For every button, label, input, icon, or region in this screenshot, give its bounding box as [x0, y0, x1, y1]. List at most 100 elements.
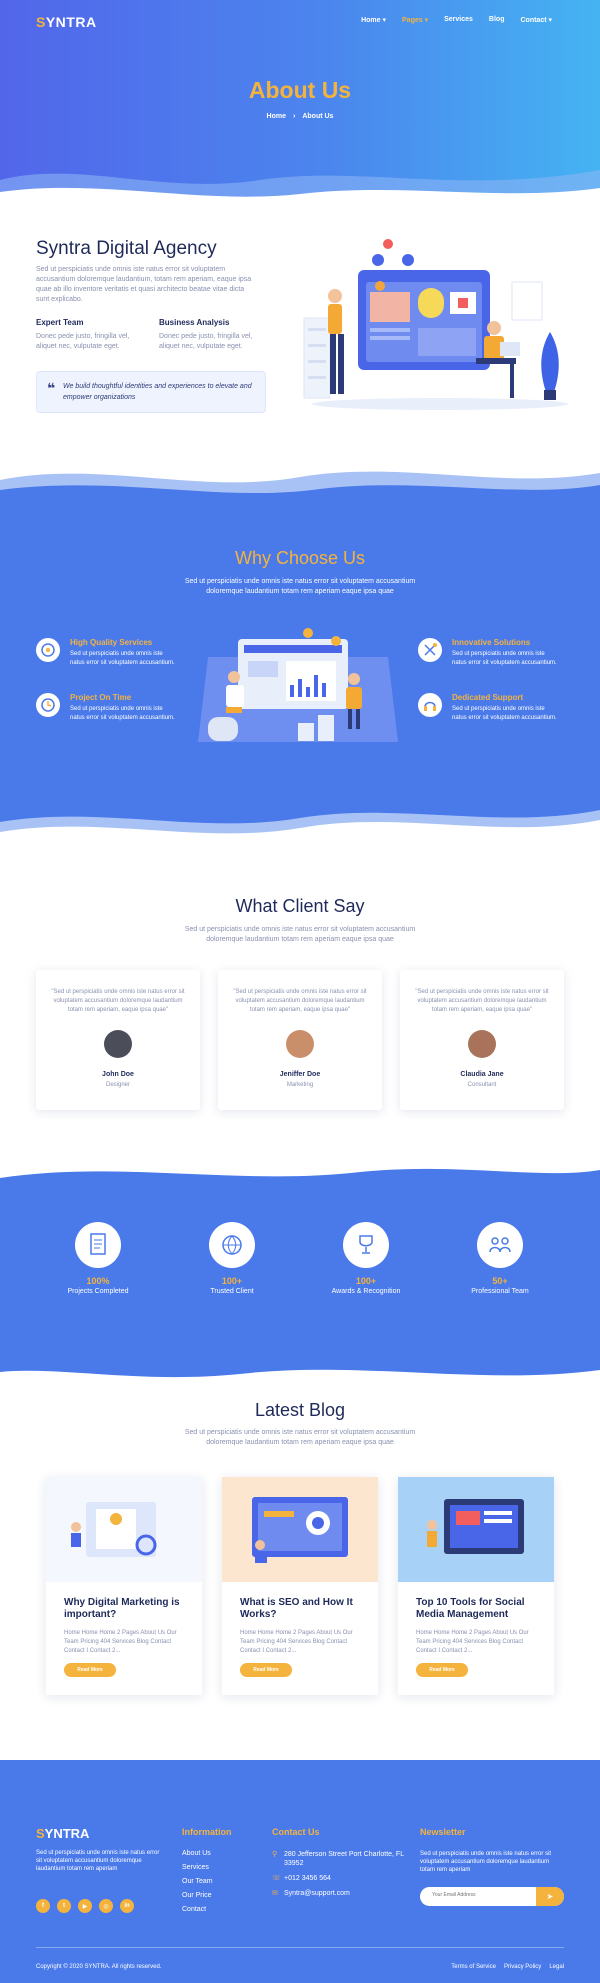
why-bottom-wave: [0, 800, 600, 834]
blog-card[interactable]: Why Digital Marketing is important? Home…: [46, 1477, 202, 1695]
testimonial-card: "Sed ut perspiciatis unde omnis iste nat…: [36, 970, 200, 1110]
blog-excerpt: Home Home Home 2 Pages About Us Our Team…: [64, 1630, 177, 1654]
location-icon: ⚲: [272, 1851, 278, 1858]
footer-link-about[interactable]: About Us: [182, 1850, 213, 1857]
footer-link-contact[interactable]: Contact: [182, 1906, 213, 1913]
why-subtitle: Sed ut perspiciatis unde omnis iste natu…: [184, 578, 416, 595]
privacy-link[interactable]: Privacy Policy: [504, 1964, 541, 1970]
counters-top-wave: [0, 1168, 600, 1190]
newsletter-email-input[interactable]: [432, 1892, 532, 1898]
footer-link-team[interactable]: Our Team: [182, 1878, 213, 1885]
headset-icon: [418, 693, 442, 717]
avatar: [286, 1030, 314, 1058]
nav-home[interactable]: Home ▾: [361, 16, 386, 24]
why-item-desc: Sed ut perspiciatis unde omnis iste natu…: [452, 706, 557, 721]
quote-icon: ❝: [47, 380, 56, 396]
footer: SYNTRA Sed ut perspiciatis unde omnis is…: [0, 1760, 600, 1983]
read-more-button[interactable]: Read More: [240, 1663, 292, 1677]
newsletter-description: Sed ut perspiciatis unde omnis iste natu…: [420, 1851, 552, 1873]
counter-label: Awards & Recognition: [331, 1288, 401, 1295]
copyright: Copyright © 2020 SYNTRA. All rights rese…: [36, 1964, 162, 1970]
blog-post-title[interactable]: What is SEO and How It Works?: [240, 1597, 368, 1621]
twitter-icon[interactable]: t: [57, 1899, 71, 1913]
footer-information-links: About Us Services Our Team Our Price Con…: [182, 1850, 213, 1920]
legal-link[interactable]: Legal: [549, 1964, 564, 1970]
why-title: Why Choose Us: [234, 548, 366, 568]
why-item-title: High Quality Services: [70, 638, 153, 647]
clients-subtitle: Sed ut perspiciatis unde omnis iste natu…: [184, 926, 416, 943]
avatar: [468, 1030, 496, 1058]
feature-desc: Donec pede justo, fringilla vel, aliquet…: [159, 333, 253, 350]
testimonial-role: Marketing: [286, 1082, 314, 1088]
mail-icon: ✉: [272, 1890, 278, 1897]
logo[interactable]: SYNTRA: [36, 14, 97, 30]
blog-card[interactable]: Top 10 Tools for Social Media Management…: [398, 1477, 554, 1695]
blog-subtitle: Sed ut perspiciatis unde omnis iste natu…: [184, 1429, 416, 1446]
counter-label: Trusted Client: [210, 1288, 254, 1295]
footer-link-services[interactable]: Services: [182, 1864, 213, 1871]
avatar: [104, 1030, 132, 1058]
why-item-title: Innovative Solutions: [452, 638, 531, 647]
breadcrumb-separator: ›: [293, 113, 296, 120]
linkedin-icon[interactable]: in: [120, 1899, 134, 1913]
breadcrumb-current: About Us: [302, 113, 334, 120]
footer-email[interactable]: ✉ Syntra@support.com: [272, 1889, 407, 1898]
blog-excerpt: Home Home Home 2 Pages About Us Our Team…: [240, 1630, 353, 1654]
testimonial-name: Jeniffer Doe: [279, 1071, 321, 1078]
blog-title: Latest Blog: [254, 1400, 346, 1420]
about-illustration: [303, 239, 568, 410]
feature-business-analysis: Business Analysis Donec pede justo, frin…: [159, 318, 269, 352]
page-title: About Us: [248, 77, 352, 103]
read-more-button[interactable]: Read More: [416, 1663, 468, 1677]
blog-post-title[interactable]: Why Digital Marketing is important?: [64, 1597, 192, 1621]
counter-label: Projects Completed: [67, 1288, 129, 1295]
tools-icon: [418, 638, 442, 662]
footer-link-price[interactable]: Our Price: [182, 1892, 213, 1899]
why-item-title: Dedicated Support: [452, 693, 524, 702]
testimonial-quote: "Sed ut perspiciatis unde omnis iste nat…: [415, 989, 549, 1013]
footer-contact-title: Contact Us: [272, 1827, 320, 1837]
why-item-desc: Sed ut perspiciatis unde omnis iste natu…: [70, 651, 175, 666]
breadcrumb-home[interactable]: Home: [267, 113, 286, 120]
legal-links: Terms of Service Privacy Policy Legal: [451, 1964, 564, 1970]
team-icon: [477, 1222, 523, 1268]
footer-phone[interactable]: ☏ +012 3456 564: [272, 1874, 407, 1883]
trophy-icon: [343, 1222, 389, 1268]
counter-value: 100%: [86, 1276, 110, 1286]
target-icon: [36, 638, 60, 662]
blog-excerpt: Home Home Home 2 Pages About Us Our Team…: [416, 1630, 529, 1654]
nav-contact[interactable]: Contact ▾: [520, 16, 552, 24]
nav-blog[interactable]: Blog: [489, 16, 505, 24]
footer-logo[interactable]: SYNTRA: [36, 1826, 89, 1841]
terms-link[interactable]: Terms of Service: [451, 1964, 496, 1970]
youtube-icon[interactable]: ▶: [78, 1899, 92, 1913]
blog-card[interactable]: What is SEO and How It Works? Home Home …: [222, 1477, 378, 1695]
nav-pages[interactable]: Pages ▾: [402, 16, 428, 24]
why-illustration: [198, 628, 398, 742]
testimonial-name: Claudia Jane: [460, 1071, 504, 1078]
testimonial-name: John Doe: [102, 1071, 134, 1078]
blog-image: [398, 1477, 554, 1582]
nav-services[interactable]: Services: [444, 16, 473, 24]
blog-image: [46, 1477, 202, 1582]
globe-icon: [209, 1222, 255, 1268]
quote-box: ❝ We build thoughtful identities and exp…: [36, 371, 266, 413]
testimonial-card: "Sed ut perspiciatis unde omnis iste nat…: [400, 970, 564, 1110]
page: SYNTRA Home ▾ Pages ▾ Services Blog Cont…: [0, 0, 600, 1983]
testimonial-role: Consultant: [467, 1082, 497, 1088]
about-description: Sed ut perspiciatis unde omnis iste natu…: [36, 266, 252, 303]
facebook-icon[interactable]: f: [36, 1899, 50, 1913]
testimonial-quote: "Sed ut perspiciatis unde omnis iste nat…: [51, 989, 185, 1013]
footer-newsletter-title: Newsletter: [420, 1827, 466, 1837]
instagram-icon[interactable]: ◎: [99, 1899, 113, 1913]
phone-icon: ☏: [272, 1875, 281, 1882]
blog-post-title[interactable]: Top 10 Tools for Social Media Management: [416, 1597, 544, 1621]
counter-value: 50+: [492, 1276, 508, 1286]
read-more-button[interactable]: Read More: [64, 1663, 116, 1677]
send-icon[interactable]: ➤: [536, 1887, 564, 1906]
testimonial-card: "Sed ut perspiciatis unde omnis iste nat…: [218, 970, 382, 1110]
breadcrumb: Home › About Us: [0, 113, 600, 120]
footer-contact-info: ⚲ 280 Jefferson Street Port Charlotte, FL…: [272, 1850, 407, 1904]
newsletter-form: ➤: [420, 1887, 564, 1906]
why-top-wave: [0, 471, 600, 505]
